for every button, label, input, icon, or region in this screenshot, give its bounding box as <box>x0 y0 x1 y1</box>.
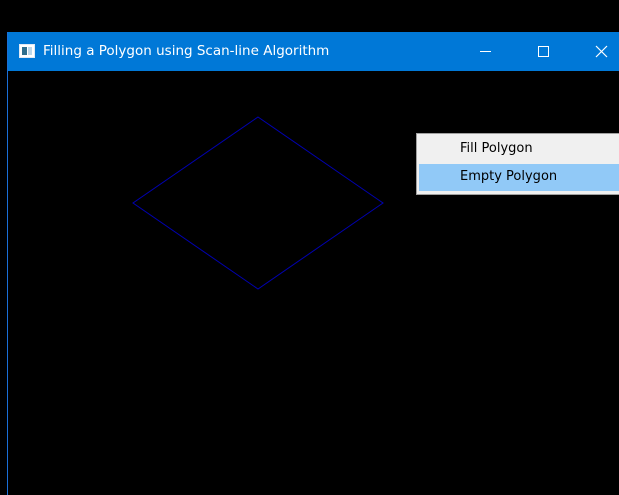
menu-item-label: Empty Polygon <box>460 169 558 184</box>
close-button[interactable] <box>578 32 619 71</box>
app-window: Filling a Polygon using Scan-line Algori… <box>7 32 619 495</box>
menu-item-empty-polygon[interactable]: Empty Polygon <box>419 164 619 191</box>
app-icon-pane-right <box>28 47 32 55</box>
menu-item-label: Fill Polygon <box>460 141 533 156</box>
desktop-screen: Filling a Polygon using Scan-line Algori… <box>0 0 619 495</box>
minimize-icon <box>480 51 491 52</box>
polygon-outline <box>132 116 384 290</box>
title-bar[interactable]: Filling a Polygon using Scan-line Algori… <box>8 32 619 71</box>
close-icon <box>595 45 608 58</box>
menu-item-fill-polygon[interactable]: Fill Polygon <box>419 136 619 163</box>
maximize-icon <box>538 46 549 57</box>
app-icon <box>19 44 35 58</box>
context-menu: Fill Polygon Empty Polygon <box>416 133 619 195</box>
app-icon-pane-left <box>22 47 27 55</box>
maximize-button[interactable] <box>521 32 567 71</box>
window-title: Filling a Polygon using Scan-line Algori… <box>43 43 330 59</box>
minimize-button[interactable] <box>463 32 509 71</box>
